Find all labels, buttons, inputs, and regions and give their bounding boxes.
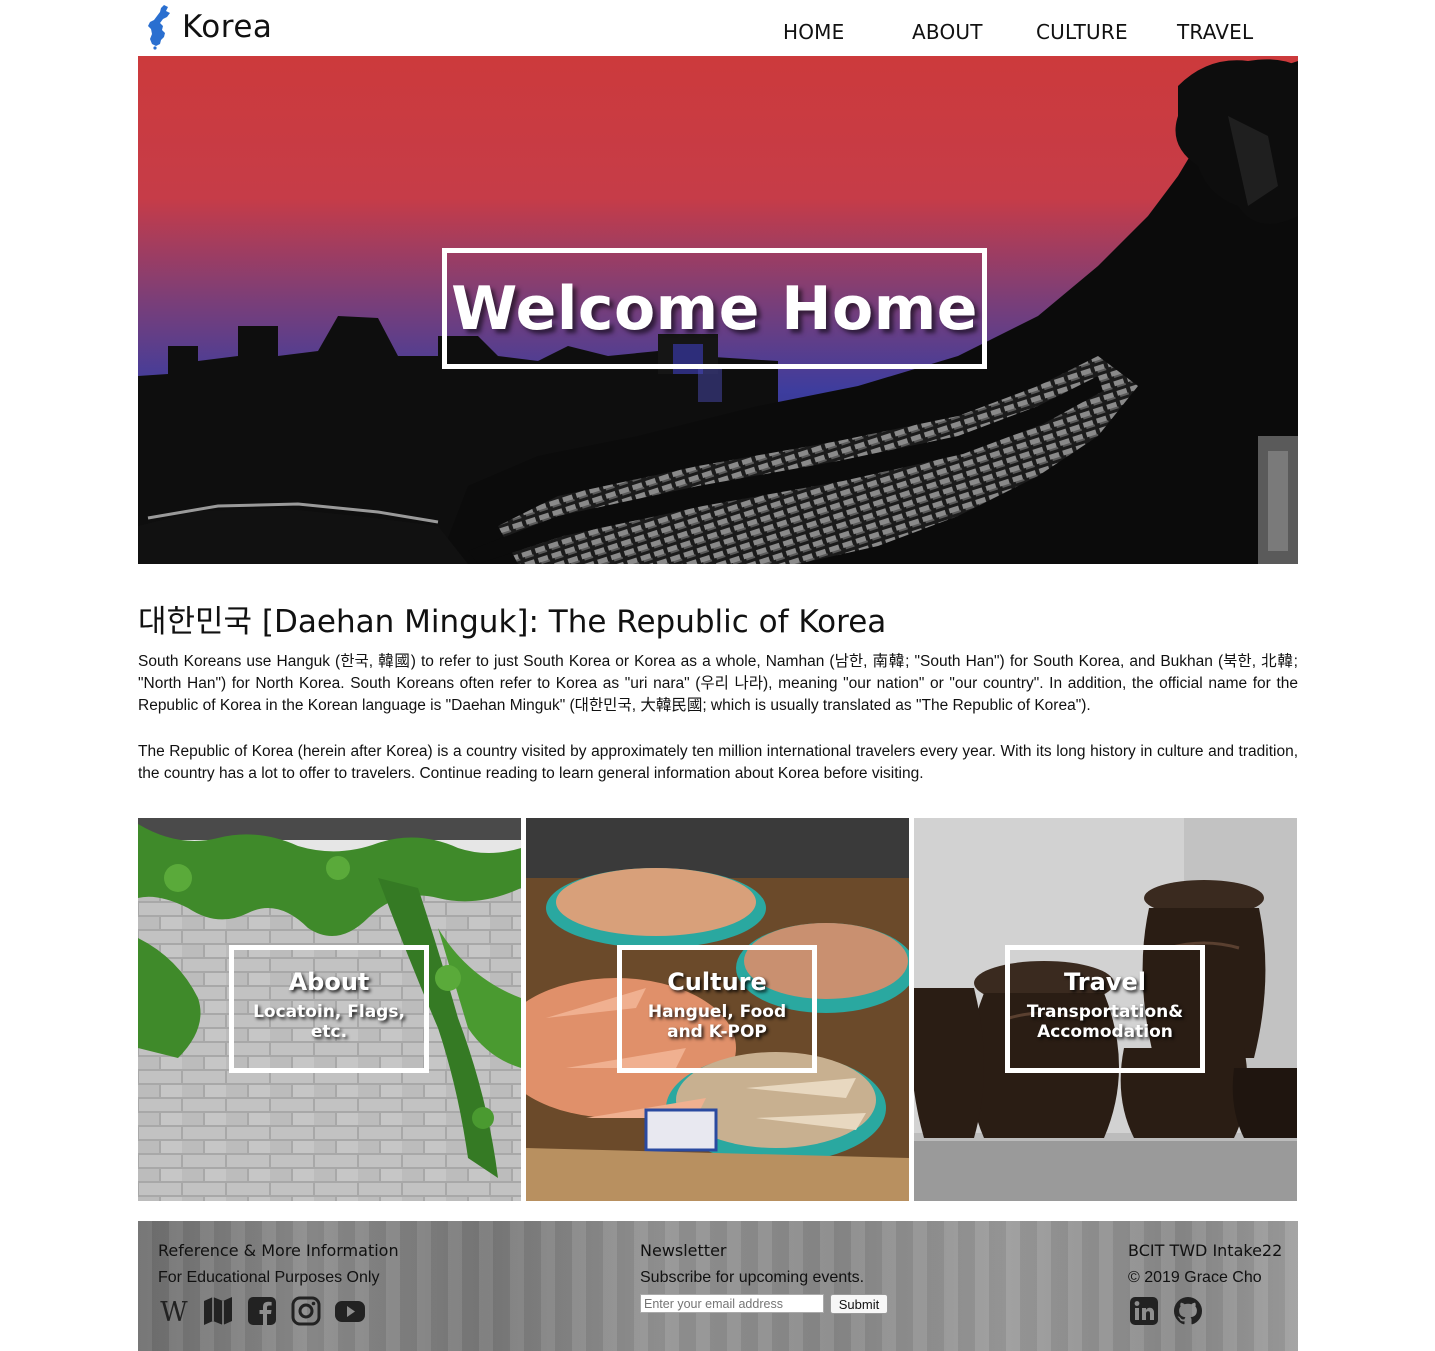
newsletter-email-input[interactable] [640,1294,824,1313]
page: Korea HOME ABOUT CULTURE TRAVEL Welcome … [138,0,1298,1351]
card-subtitle: Transportation& Accomodation [1026,1002,1184,1042]
youtube-icon[interactable] [334,1295,366,1327]
hero-banner: Welcome Home [138,56,1298,564]
intro-heading: 대한민국 [Daehan Minguk]: The Republic of Ko… [138,604,887,640]
svg-text:W: W [160,1297,188,1327]
intro-paragraph: South Koreans use Hanguk (한국, 韓國) to ref… [138,653,1298,714]
card-about-frame: About Locatoin, Flags, etc. [229,945,429,1073]
instagram-icon[interactable] [290,1295,322,1327]
card-title: About [288,968,370,996]
card-title: Culture [667,968,767,996]
card-culture[interactable]: Culture Hanguel, Food and K-POP [526,818,909,1201]
hero-title: Welcome Home [451,273,978,344]
wikipedia-icon[interactable]: W [158,1295,190,1327]
linkedin-icon[interactable] [1128,1295,1160,1327]
newsletter-submit-button[interactable]: Submit [830,1294,888,1314]
card-travel[interactable]: Travel Transportation& Accomodation [914,818,1297,1201]
hero-title-frame: Welcome Home [442,248,987,369]
card-subtitle: Hanguel, Food and K-POP [647,1002,787,1042]
map-icon[interactable] [202,1295,234,1327]
facebook-icon[interactable] [246,1295,278,1327]
footer-newsletter-text: Subscribe for upcoming events. [640,1269,865,1286]
site-footer: Reference & More Information For Educati… [138,1221,1298,1351]
card-travel-frame: Travel Transportation& Accomodation [1005,945,1205,1073]
nav-travel[interactable]: TRAVEL [1177,20,1253,44]
card-about[interactable]: About Locatoin, Flags, etc. [138,818,521,1201]
card-subtitle: Locatoin, Flags, etc. [253,1002,405,1042]
card-title: Travel [1064,968,1146,996]
footer-reference-icons: W [158,1295,366,1327]
github-icon[interactable] [1172,1295,1204,1327]
footer-credits-text: © 2019 Grace Cho [1128,1269,1262,1286]
footer-credits-icons [1128,1295,1204,1327]
footer-newsletter-heading: Newsletter [640,1241,727,1260]
section-cards: About Locatoin, Flags, etc. Culture Hang… [138,818,1298,1201]
site-header: Korea HOME ABOUT CULTURE TRAVEL [138,0,1298,56]
nav-culture[interactable]: CULTURE [1036,20,1128,44]
nav-home[interactable]: HOME [783,20,844,44]
card-culture-frame: Culture Hanguel, Food and K-POP [617,945,817,1073]
footer-reference-text: For Educational Purposes Only [158,1269,380,1286]
nav-about[interactable]: ABOUT [912,20,983,44]
intro-paragraph: The Republic of Korea (herein after Kore… [138,743,1298,782]
footer-reference-heading: Reference & More Information [158,1241,399,1260]
footer-credits-heading: BCIT TWD Intake22 [1128,1241,1283,1260]
main-nav: HOME ABOUT CULTURE TRAVEL [138,20,1298,50]
